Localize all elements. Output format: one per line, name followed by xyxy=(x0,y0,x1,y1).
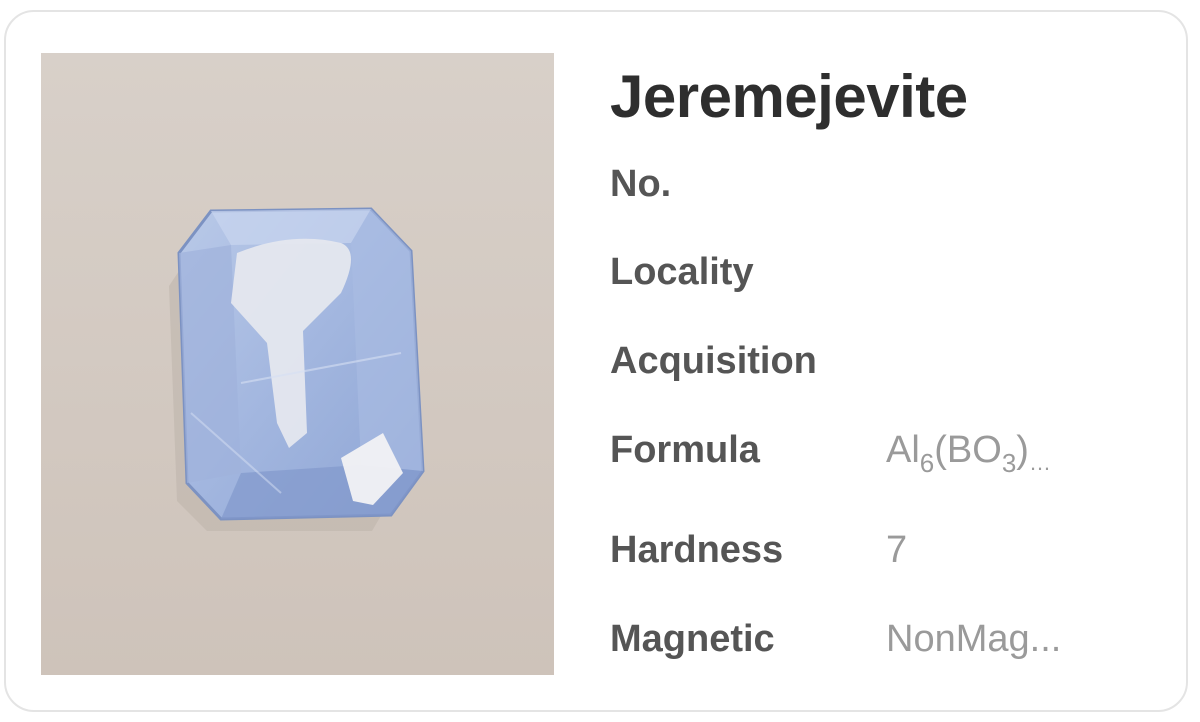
field-row-number: No. xyxy=(610,160,1170,208)
field-value-magnetic: NonMag... xyxy=(886,618,1062,660)
formula-ellipsis: … xyxy=(1028,450,1051,475)
mineral-card[interactable]: Jeremejevite No. Locality Acquisition Fo… xyxy=(4,10,1188,712)
field-row-hardness: Hardness 7 xyxy=(610,526,1170,574)
gemstone-photo-icon xyxy=(41,53,554,675)
field-label-number: No. xyxy=(610,163,672,205)
field-row-magnetic: Magnetic NonMag... xyxy=(610,615,1170,663)
field-value-formula: Al6(BO3)… xyxy=(886,426,1051,487)
mineral-name: Jeremejevite xyxy=(610,63,968,130)
field-label-magnetic: Magnetic xyxy=(610,618,775,660)
formula-subscript: 3 xyxy=(1001,448,1017,478)
field-label-hardness: Hardness xyxy=(610,529,784,571)
field-label-formula: Formula xyxy=(610,429,760,471)
mineral-photo[interactable] xyxy=(41,53,554,675)
field-label-acquisition: Acquisition xyxy=(610,340,817,382)
formula-part: Al xyxy=(886,429,920,471)
field-row-locality: Locality xyxy=(610,248,1170,296)
formula-part: (BO xyxy=(934,429,1002,471)
formula-subscript: 6 xyxy=(919,448,935,478)
field-row-formula: Formula Al6(BO3)… xyxy=(610,426,1170,476)
formula-part: ) xyxy=(1016,429,1029,471)
field-row-acquisition: Acquisition xyxy=(610,337,1170,385)
field-label-locality: Locality xyxy=(610,251,754,293)
field-value-hardness: 7 xyxy=(886,529,908,571)
